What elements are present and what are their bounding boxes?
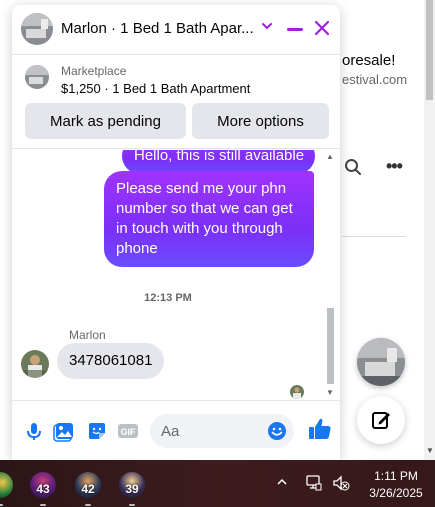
compose-icon xyxy=(372,412,390,429)
network-icon[interactable] xyxy=(304,475,322,491)
marketplace-listing-banner: Marketplace $1,250 · 1 Bed 1 Bath Apartm… xyxy=(12,56,340,149)
listing-price-title[interactable]: $1,250 · 1 Bed 1 Bath Apartment xyxy=(61,81,250,96)
mark-as-pending-button[interactable]: Mark as pending xyxy=(25,103,186,139)
chat-window: Marlon · 1 Bed 1 Bath Apar... Marketplac… xyxy=(12,5,340,460)
contact-avatar[interactable] xyxy=(21,13,53,45)
sticker-icon[interactable] xyxy=(86,420,108,442)
taskbar-running-indicator xyxy=(129,504,135,506)
message-composer: GIF xyxy=(12,400,340,460)
scroll-down-arrow-icon[interactable]: ▼ xyxy=(326,388,334,397)
thumbs-up-icon[interactable] xyxy=(308,417,332,441)
background-snippet-domain: estival.com xyxy=(342,72,408,87)
compose-button[interactable] xyxy=(357,396,405,444)
background-divider xyxy=(342,236,406,237)
taskbar-app-icon[interactable] xyxy=(0,472,13,498)
scroll-down-arrow-icon[interactable]: ▼ xyxy=(426,446,434,455)
outgoing-message[interactable]: Please send me your phn number so that w… xyxy=(104,171,314,267)
chevron-down-icon[interactable] xyxy=(260,19,274,33)
listing-thumbnail[interactable] xyxy=(25,65,49,89)
page-scrollbar-thumb[interactable] xyxy=(426,0,433,100)
minimize-icon[interactable] xyxy=(287,28,303,31)
listing-label: Marketplace xyxy=(61,64,127,78)
emoji-icon[interactable] xyxy=(267,421,287,441)
image-icon[interactable] xyxy=(53,420,75,442)
close-icon[interactable] xyxy=(313,19,331,37)
chat-head-avatar[interactable] xyxy=(357,338,405,386)
incoming-message[interactable]: 3478061081 xyxy=(57,343,165,379)
scroll-up-arrow-icon[interactable]: ▲ xyxy=(326,152,334,161)
taskbar-app-badge: 39 xyxy=(125,482,139,496)
clock-time[interactable]: 1:11 PM xyxy=(360,469,432,483)
message-timestamp: 12:13 PM xyxy=(144,292,192,304)
taskbar-running-indicator xyxy=(85,504,91,506)
more-options-button[interactable]: More options xyxy=(192,103,329,139)
taskbar-running-indicator xyxy=(0,504,3,506)
message-thread[interactable]: Hello, this is still available Please se… xyxy=(12,150,340,400)
gif-icon[interactable]: GIF xyxy=(117,420,139,442)
background-snippet-title: oresale! xyxy=(342,52,396,69)
taskbar-app-badge: 42 xyxy=(81,482,95,496)
taskbar-running-indicator xyxy=(40,504,46,506)
chevron-up-icon[interactable] xyxy=(276,476,288,488)
taskbar-app-badge: 43 xyxy=(36,482,50,496)
clock-date[interactable]: 3/26/2025 xyxy=(360,486,432,500)
volume-muted-icon[interactable] xyxy=(332,475,350,491)
thread-scrollbar-thumb[interactable] xyxy=(327,308,334,384)
sender-avatar[interactable] xyxy=(21,350,49,378)
search-icon[interactable] xyxy=(344,158,362,176)
chat-title[interactable]: Marlon · 1 Bed 1 Bath Apar... xyxy=(61,20,254,37)
gif-label: GIF xyxy=(121,427,137,437)
more-horizontal-icon[interactable]: ••• xyxy=(386,156,403,177)
microphone-icon[interactable] xyxy=(23,420,45,442)
chat-header[interactable]: Marlon · 1 Bed 1 Bath Apar... xyxy=(12,5,340,55)
sender-name: Marlon xyxy=(69,328,106,342)
read-receipt-avatar xyxy=(290,385,304,399)
